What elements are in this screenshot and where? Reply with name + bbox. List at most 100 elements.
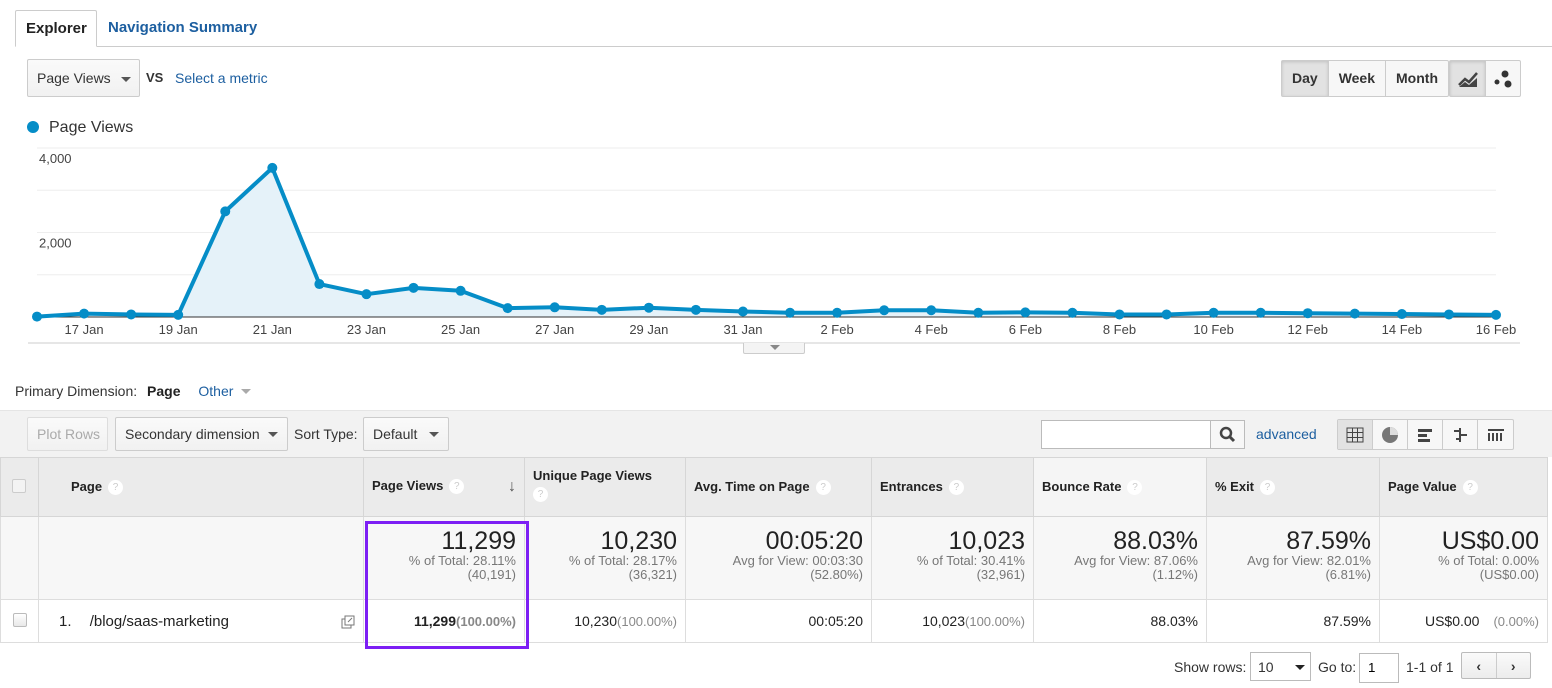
data-point <box>1067 307 1078 318</box>
row-select-cell <box>0 599 39 643</box>
sort-type-dropdown[interactable]: Default <box>363 417 449 451</box>
x-tick-label: 14 Feb <box>1382 322 1422 337</box>
help-icon[interactable]: ? <box>1462 480 1478 495</box>
x-tick-label: 21 Jan <box>253 322 292 337</box>
total-value: 11,299 <box>441 527 516 555</box>
motion-chart-icon <box>1494 70 1512 87</box>
help-icon[interactable]: ? <box>1127 480 1143 495</box>
performance-view-button[interactable] <box>1408 420 1443 449</box>
cell-pct: (0.00%) <box>1493 614 1539 629</box>
advanced-filter-link[interactable]: advanced <box>1256 426 1317 442</box>
data-point <box>1302 308 1313 319</box>
select-metric-link[interactable]: Select a metric <box>175 70 268 86</box>
tab-navigation-summary[interactable]: Navigation Summary <box>98 10 267 47</box>
x-tick-label: 29 Jan <box>629 322 668 337</box>
x-tick-label: 23 Jan <box>347 322 386 337</box>
help-icon[interactable]: ? <box>948 480 964 495</box>
granularity-toggle: Day Week Month <box>1281 60 1449 97</box>
show-rows-value: 10 <box>1258 659 1274 675</box>
total-sub: Avg for View: 82.01% <box>1247 553 1371 568</box>
col-label: Bounce Rate <box>1042 479 1122 494</box>
show-rows-select[interactable]: 10 <box>1250 652 1311 681</box>
total-sub: Avg for View: 00:03:30 <box>732 553 863 568</box>
page-link[interactable]: /blog/saas-marketing <box>90 613 229 630</box>
totals-empty-cell <box>38 516 364 600</box>
motion-chart-button[interactable] <box>1486 61 1520 96</box>
total-sub: (40,191) <box>467 567 516 582</box>
cell-value: 10,230 <box>574 613 618 629</box>
row-index: 1. <box>59 612 72 630</box>
search-button[interactable] <box>1210 420 1245 449</box>
total-page-value: US$0.00% of Total: 0.00% (US$0.00) <box>1379 516 1548 600</box>
col-header-avg-time[interactable]: Avg. Time on Page? <box>685 457 872 517</box>
vs-label: VS <box>146 70 164 85</box>
col-header-page[interactable]: Page? <box>38 457 364 517</box>
col-header-page-views[interactable]: Page Views? ↓ <box>363 457 525 517</box>
help-icon[interactable]: ? <box>449 479 465 494</box>
col-header-unique-page-views[interactable]: Unique Page Views? <box>524 457 686 517</box>
help-icon[interactable]: ? <box>108 480 124 495</box>
total-sub: (36,321) <box>628 567 677 582</box>
open-external-icon[interactable] <box>341 615 355 629</box>
total-sub: % of Total: 28.11% <box>408 553 516 568</box>
primary-dimension-label: Primary Dimension: <box>15 383 138 399</box>
col-label: Page Views <box>372 478 444 493</box>
total-sub: (US$0.00) <box>1479 567 1539 582</box>
data-point <box>549 302 560 313</box>
col-header-bounce-rate[interactable]: Bounce Rate? <box>1033 457 1207 517</box>
help-icon[interactable]: ? <box>533 487 548 502</box>
comparison-view-button[interactable] <box>1443 420 1478 449</box>
data-point <box>1255 307 1266 318</box>
goto-label: Go to: <box>1318 659 1357 675</box>
collapse-chart-button[interactable] <box>743 343 805 354</box>
exit-cell: 87.59% <box>1206 599 1380 643</box>
line-chart-icon <box>1457 71 1478 87</box>
cell-value: US$0.00 <box>1424 613 1480 629</box>
secondary-dimension-dropdown[interactable]: Secondary dimension <box>115 417 288 451</box>
chevron-down-icon <box>268 432 278 437</box>
primary-dimension-other[interactable]: Other <box>198 383 233 399</box>
col-header-page-value[interactable]: Page Value? <box>1379 457 1548 517</box>
prev-page-button[interactable]: ‹ <box>1462 653 1497 678</box>
col-label: Avg. Time on Page <box>694 479 810 494</box>
month-button[interactable]: Month <box>1386 61 1448 96</box>
chevron-down-icon <box>121 77 131 82</box>
plot-rows-button[interactable]: Plot Rows <box>27 417 108 451</box>
legend-label: Page Views <box>49 119 134 136</box>
totals-empty-cell <box>0 516 39 600</box>
cell-value: 10,023 <box>922 613 966 629</box>
page-range: 1-1 of 1 <box>1406 659 1454 675</box>
data-point <box>785 307 796 318</box>
total-value: 88.03% <box>1113 527 1198 555</box>
y-tick-label: 4,000 <box>39 151 72 166</box>
data-table-view-button[interactable] <box>1338 420 1373 449</box>
select-all-checkbox[interactable] <box>12 478 26 493</box>
next-page-button[interactable]: › <box>1497 653 1531 678</box>
entrances-cell: 10,023(100.00%) <box>871 599 1034 643</box>
tab-explorer[interactable]: Explorer <box>15 10 97 47</box>
sort-desc-icon: ↓ <box>508 478 516 495</box>
help-icon[interactable]: ? <box>1260 480 1276 495</box>
data-point <box>926 305 937 316</box>
pivot-view-button[interactable] <box>1478 420 1513 449</box>
pie-view-button[interactable] <box>1373 420 1408 449</box>
help-icon[interactable]: ? <box>815 480 831 495</box>
total-sub: % of Total: 28.17% <box>568 553 677 568</box>
col-header-exit[interactable]: % Exit? <box>1206 457 1380 517</box>
goto-input[interactable] <box>1359 653 1399 683</box>
week-button[interactable]: Week <box>1329 61 1387 96</box>
x-tick-label: 19 Jan <box>159 322 198 337</box>
row-checkbox[interactable] <box>12 612 27 627</box>
page-cell: 1. /blog/saas-marketing <box>38 599 364 643</box>
metric-dropdown[interactable]: Page Views <box>27 59 140 97</box>
data-point <box>126 309 137 320</box>
col-header-entrances[interactable]: Entrances? <box>871 457 1034 517</box>
total-sub: (6.81%) <box>1325 567 1371 582</box>
primary-dimension-page[interactable]: Page <box>147 383 180 399</box>
day-button[interactable]: Day <box>1282 61 1329 96</box>
line-chart-button[interactable] <box>1450 61 1486 96</box>
total-value: 10,023 <box>948 527 1025 555</box>
total-exit: 87.59% Avg for View: 82.01% (6.81%) <box>1206 516 1380 600</box>
x-tick-label: 17 Jan <box>65 322 104 337</box>
table-search-input[interactable] <box>1041 420 1211 449</box>
